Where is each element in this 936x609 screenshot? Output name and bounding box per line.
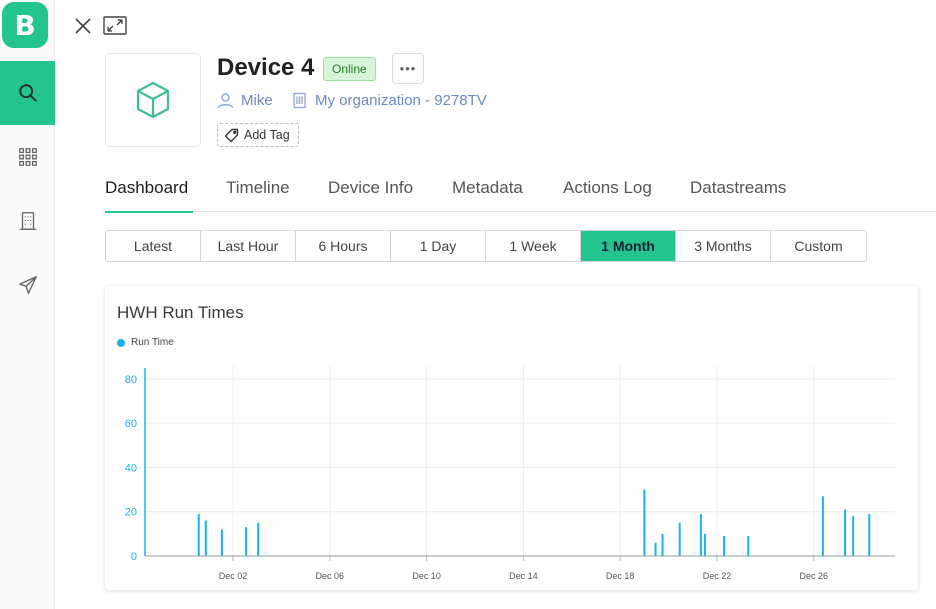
run-time-chart[interactable]: 0 20 40 60 80 Dec 02 Dec 06 Dec 10 Dec 14 Dec 18 D… — [105, 286, 918, 590]
x-tick-label: Dec 22 — [703, 571, 732, 581]
x-tick-label: Dec 02 — [219, 571, 248, 581]
range-3-months[interactable]: 3 Months — [676, 231, 771, 261]
range-1-day[interactable]: 1 Day — [391, 231, 486, 261]
range-6-hours[interactable]: 6 Hours — [296, 231, 391, 261]
device-name: Device 4 — [217, 54, 315, 81]
app-logo[interactable]: B — [2, 2, 48, 48]
y-tick-label: 40 — [125, 462, 137, 474]
y-tick-label: 0 — [131, 551, 137, 563]
tag-icon — [224, 128, 239, 142]
tab-label: Metadata — [452, 178, 523, 197]
tab-dashboard[interactable]: Dashboard — [105, 178, 193, 213]
minimize-icon — [103, 16, 127, 35]
tab-metadata[interactable]: Metadata — [452, 178, 523, 212]
tab-datastreams[interactable]: Datastreams — [690, 178, 786, 212]
tab-device-info[interactable]: Device Info — [328, 178, 413, 212]
search-icon — [18, 84, 37, 102]
device-tabs: Dashboard Timeline Device Info Metadata … — [105, 178, 936, 213]
sidebar-item-search[interactable] — [0, 61, 55, 125]
x-tick-label: Dec 18 — [606, 571, 635, 581]
range-1-month[interactable]: 1 Month — [581, 231, 676, 261]
y-tick-label: 20 — [125, 507, 137, 519]
sidebar: B — [0, 0, 55, 609]
range-1-week[interactable]: 1 Week — [486, 231, 581, 261]
tab-label: Device Info — [328, 178, 414, 197]
building-icon — [19, 212, 36, 230]
more-options-button[interactable]: ••• — [392, 53, 424, 84]
organization-name: My organization - 9278TV — [315, 92, 487, 109]
tab-label: Timeline — [226, 178, 290, 197]
cube-icon — [136, 81, 170, 119]
minimize-button[interactable] — [103, 14, 127, 38]
sidebar-item-apps[interactable] — [0, 125, 55, 189]
x-tick-label: Dec 14 — [509, 571, 538, 581]
range-last-hour[interactable]: Last Hour — [201, 231, 296, 261]
x-tick-label: Dec 10 — [412, 571, 441, 581]
chart-widget: HWH Run Times Run Time 0 20 40 60 80 Dec 02 De… — [105, 286, 918, 590]
grid-icon — [18, 148, 37, 166]
range-custom[interactable]: Custom — [771, 231, 866, 261]
close-icon — [75, 18, 91, 34]
x-tick-label: Dec 06 — [316, 571, 345, 581]
active-tab-indicator — [105, 211, 193, 213]
sidebar-item-organizations[interactable] — [0, 189, 55, 253]
send-icon — [18, 276, 37, 294]
range-latest[interactable]: Latest — [106, 231, 201, 261]
building-icon — [293, 92, 306, 109]
time-range-selector: Latest Last Hour 6 Hours 1 Day 1 Week 1 … — [105, 230, 867, 262]
user-icon — [217, 93, 234, 109]
tab-timeline[interactable]: Timeline — [226, 178, 290, 212]
y-tick-label: 80 — [125, 374, 137, 386]
status-badge: Online — [323, 57, 376, 81]
owner-link[interactable]: Mike — [217, 92, 273, 109]
close-button[interactable] — [71, 14, 95, 38]
tab-label: Datastreams — [690, 178, 787, 197]
organization-link[interactable]: My organization - 9278TV — [291, 92, 487, 109]
tab-actions-log[interactable]: Actions Log — [563, 178, 652, 212]
add-tag-button[interactable]: Add Tag — [217, 123, 299, 147]
add-tag-label: Add Tag — [244, 128, 290, 142]
owner-name: Mike — [241, 92, 273, 109]
tab-label: Actions Log — [563, 178, 652, 197]
sidebar-item-messages[interactable] — [0, 253, 55, 317]
x-tick-label: Dec 26 — [800, 571, 829, 581]
device-thumbnail — [105, 53, 201, 147]
tab-label: Dashboard — [105, 178, 189, 197]
y-tick-label: 60 — [125, 418, 137, 430]
